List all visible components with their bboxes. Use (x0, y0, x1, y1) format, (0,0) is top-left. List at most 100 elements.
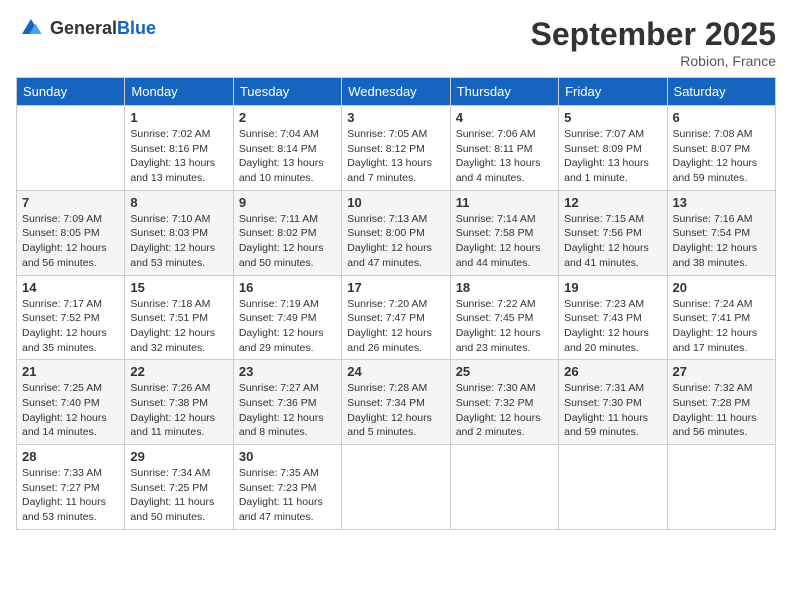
day-number: 27 (673, 364, 770, 379)
calendar-cell: 21 Sunrise: 7:25 AM Sunset: 7:40 PM Dayli… (17, 360, 125, 445)
day-number: 11 (456, 195, 553, 210)
calendar-cell: 9Sunrise: 7:11 AM Sunset: 8:02 PM Daylig… (233, 190, 341, 275)
day-number: 19 (564, 280, 661, 295)
day-number: 17 (347, 280, 444, 295)
day-number: 28 (22, 449, 119, 464)
calendar-cell: 27Sunrise: 7:32 AM Sunset: 7:28 PM Dayli… (667, 360, 775, 445)
day-header-tuesday: Tuesday (233, 78, 341, 106)
day-info: Sunrise: 7:31 AM Sunset: 7:30 PM Dayligh… (564, 381, 661, 440)
calendar-cell: 13 Sunrise: 7:16 AM Sunset: 7:54 PM Dayli… (667, 190, 775, 275)
day-number: 8 (130, 195, 227, 210)
day-number: 2 (239, 110, 336, 125)
day-info: Sunrise: 7:22 AM Sunset: 7:45 PM Dayligh… (456, 297, 553, 356)
day-number: 9 (239, 195, 336, 210)
day-number: 14 (22, 280, 119, 295)
calendar-cell: 22 Sunrise: 7:26 AM Sunset: 7:38 PM Dayli… (125, 360, 233, 445)
calendar-cell (450, 445, 558, 530)
day-header-sunday: Sunday (17, 78, 125, 106)
location: Robion, France (531, 53, 776, 69)
calendar-cell: 3Sunrise: 7:05 AM Sunset: 8:12 PM Daylig… (342, 106, 450, 191)
calendar-cell: 24 Sunrise: 7:28 AM Sunset: 7:34 PM Dayli… (342, 360, 450, 445)
day-number: 5 (564, 110, 661, 125)
day-info: Sunrise: 7:02 AM Sunset: 8:16 PM Dayligh… (130, 127, 227, 186)
logo-icon (16, 16, 46, 40)
day-info: Sunrise: 7:14 AM Sunset: 7:58 PM Dayligh… (456, 212, 553, 271)
day-number: 25 (456, 364, 553, 379)
day-info: Sunrise: 7:10 AM Sunset: 8:03 PM Dayligh… (130, 212, 227, 271)
day-info: Sunrise: 7:08 AM Sunset: 8:07 PM Dayligh… (673, 127, 770, 186)
page-header: GeneralBlue September 2025 Robion, Franc… (16, 16, 776, 69)
day-info: Sunrise: 7:30 AM Sunset: 7:32 PM Dayligh… (456, 381, 553, 440)
logo-blue: Blue (117, 18, 156, 38)
calendar-cell: 10 Sunrise: 7:13 AM Sunset: 8:00 PM Dayli… (342, 190, 450, 275)
calendar-cell: 5 Sunrise: 7:07 AM Sunset: 8:09 PM Daylig… (559, 106, 667, 191)
calendar-cell: 17Sunrise: 7:20 AM Sunset: 7:47 PM Dayli… (342, 275, 450, 360)
day-number: 21 (22, 364, 119, 379)
day-number: 7 (22, 195, 119, 210)
day-number: 26 (564, 364, 661, 379)
day-number: 22 (130, 364, 227, 379)
calendar-cell: 25 Sunrise: 7:30 AM Sunset: 7:32 PM Dayli… (450, 360, 558, 445)
day-info: Sunrise: 7:33 AM Sunset: 7:27 PM Dayligh… (22, 466, 119, 525)
calendar-cell (559, 445, 667, 530)
day-number: 18 (456, 280, 553, 295)
day-info: Sunrise: 7:27 AM Sunset: 7:36 PM Dayligh… (239, 381, 336, 440)
calendar-cell: 7 Sunrise: 7:09 AM Sunset: 8:05 PM Daylig… (17, 190, 125, 275)
day-header-monday: Monday (125, 78, 233, 106)
calendar-cell: 1 Sunrise: 7:02 AM Sunset: 8:16 PM Daylig… (125, 106, 233, 191)
day-info: Sunrise: 7:28 AM Sunset: 7:34 PM Dayligh… (347, 381, 444, 440)
day-number: 10 (347, 195, 444, 210)
day-info: Sunrise: 7:07 AM Sunset: 8:09 PM Dayligh… (564, 127, 661, 186)
day-number: 1 (130, 110, 227, 125)
day-number: 16 (239, 280, 336, 295)
calendar-cell: 8 Sunrise: 7:10 AM Sunset: 8:03 PM Daylig… (125, 190, 233, 275)
calendar-cell (17, 106, 125, 191)
day-info: Sunrise: 7:24 AM Sunset: 7:41 PM Dayligh… (673, 297, 770, 356)
title-block: September 2025 Robion, France (531, 16, 776, 69)
day-header-friday: Friday (559, 78, 667, 106)
day-number: 30 (239, 449, 336, 464)
day-info: Sunrise: 7:09 AM Sunset: 8:05 PM Dayligh… (22, 212, 119, 271)
calendar-cell: 16Sunrise: 7:19 AM Sunset: 7:49 PM Dayli… (233, 275, 341, 360)
calendar-cell: 14Sunrise: 7:17 AM Sunset: 7:52 PM Dayli… (17, 275, 125, 360)
day-number: 24 (347, 364, 444, 379)
day-number: 23 (239, 364, 336, 379)
week-row-3: 14Sunrise: 7:17 AM Sunset: 7:52 PM Dayli… (17, 275, 776, 360)
calendar-cell: 11 Sunrise: 7:14 AM Sunset: 7:58 PM Dayli… (450, 190, 558, 275)
day-number: 13 (673, 195, 770, 210)
calendar-cell: 30 Sunrise: 7:35 AM Sunset: 7:23 PM Dayli… (233, 445, 341, 530)
day-info: Sunrise: 7:13 AM Sunset: 8:00 PM Dayligh… (347, 212, 444, 271)
day-info: Sunrise: 7:15 AM Sunset: 7:56 PM Dayligh… (564, 212, 661, 271)
day-number: 4 (456, 110, 553, 125)
calendar-cell: 18 Sunrise: 7:22 AM Sunset: 7:45 PM Dayli… (450, 275, 558, 360)
calendar-cell: 23 Sunrise: 7:27 AM Sunset: 7:36 PM Dayli… (233, 360, 341, 445)
day-header-saturday: Saturday (667, 78, 775, 106)
calendar-cell: 19 Sunrise: 7:23 AM Sunset: 7:43 PM Dayli… (559, 275, 667, 360)
calendar-cell: 2 Sunrise: 7:04 AM Sunset: 8:14 PM Daylig… (233, 106, 341, 191)
calendar-cell: 29Sunrise: 7:34 AM Sunset: 7:25 PM Dayli… (125, 445, 233, 530)
calendar-cell: 6Sunrise: 7:08 AM Sunset: 8:07 PM Daylig… (667, 106, 775, 191)
calendar-cell: 15 Sunrise: 7:18 AM Sunset: 7:51 PM Dayli… (125, 275, 233, 360)
calendar-header-row: SundayMondayTuesdayWednesdayThursdayFrid… (17, 78, 776, 106)
day-header-wednesday: Wednesday (342, 78, 450, 106)
calendar-cell: 12 Sunrise: 7:15 AM Sunset: 7:56 PM Dayli… (559, 190, 667, 275)
day-info: Sunrise: 7:34 AM Sunset: 7:25 PM Dayligh… (130, 466, 227, 525)
day-info: Sunrise: 7:16 AM Sunset: 7:54 PM Dayligh… (673, 212, 770, 271)
day-number: 12 (564, 195, 661, 210)
calendar-cell: 26 Sunrise: 7:31 AM Sunset: 7:30 PM Dayli… (559, 360, 667, 445)
logo: GeneralBlue (16, 16, 156, 40)
day-number: 3 (347, 110, 444, 125)
calendar-table: SundayMondayTuesdayWednesdayThursdayFrid… (16, 77, 776, 530)
day-info: Sunrise: 7:25 AM Sunset: 7:40 PM Dayligh… (22, 381, 119, 440)
day-number: 15 (130, 280, 227, 295)
day-info: Sunrise: 7:26 AM Sunset: 7:38 PM Dayligh… (130, 381, 227, 440)
day-info: Sunrise: 7:35 AM Sunset: 7:23 PM Dayligh… (239, 466, 336, 525)
day-header-thursday: Thursday (450, 78, 558, 106)
week-row-2: 7 Sunrise: 7:09 AM Sunset: 8:05 PM Daylig… (17, 190, 776, 275)
month-title: September 2025 (531, 16, 776, 53)
day-info: Sunrise: 7:04 AM Sunset: 8:14 PM Dayligh… (239, 127, 336, 186)
day-info: Sunrise: 7:23 AM Sunset: 7:43 PM Dayligh… (564, 297, 661, 356)
day-number: 20 (673, 280, 770, 295)
day-info: Sunrise: 7:18 AM Sunset: 7:51 PM Dayligh… (130, 297, 227, 356)
calendar-cell (342, 445, 450, 530)
